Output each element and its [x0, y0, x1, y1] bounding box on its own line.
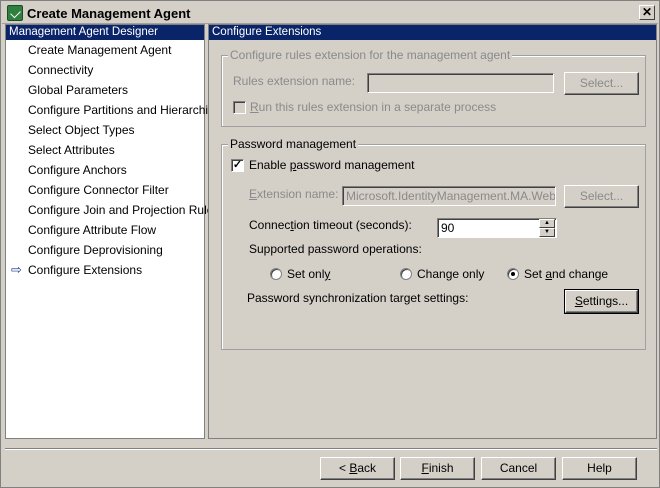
connection-timeout-spinner[interactable]: ▲ ▼ — [539, 219, 555, 237]
sync-settings-button[interactable]: Settings... — [564, 289, 639, 314]
nav-item[interactable]: Configure Connector Filter — [6, 180, 204, 200]
title-bar: Create Management Agent ✕ — [2, 2, 658, 24]
nav-item[interactable]: ⇨ Configure Extensions — [6, 260, 204, 280]
nav-item-label: Configure Join and Projection Rules — [28, 203, 220, 217]
arrow-right-icon: ⇨ — [11, 262, 22, 277]
set-and-change-label: Set and change — [524, 267, 609, 281]
enable-password-label: Enable password management — [249, 158, 415, 172]
set-only-radio[interactable] — [270, 268, 282, 280]
back-button[interactable]: < Back — [320, 457, 395, 480]
nav-item[interactable]: Configure Partitions and Hierarchies — [6, 100, 221, 120]
nav-item[interactable]: Create Management Agent — [6, 40, 204, 60]
window-title: Create Management Agent — [27, 6, 191, 21]
nav-item[interactable]: Configure Anchors — [6, 160, 204, 180]
change-only-radio[interactable] — [400, 268, 412, 280]
extension-name-field[interactable]: Microsoft.IdentityManagement.MA.WebServ — [342, 186, 556, 206]
cancel-button[interactable]: Cancel — [481, 457, 556, 480]
nav-item[interactable]: Global Parameters — [6, 80, 204, 100]
designer-nav-pane: Management Agent Designer Create Managem… — [5, 24, 221, 439]
designer-nav-header: Management Agent Designer — [6, 25, 204, 40]
nav-item-label: Select Object Types — [28, 123, 135, 137]
password-management-group: Password management ✓ Enable password ma… — [221, 137, 646, 350]
spin-down-icon[interactable]: ▼ — [539, 228, 555, 237]
nav-item-label: Configure Partitions and Hierarchies — [28, 103, 221, 117]
rules-extension-select-button[interactable]: Select... — [564, 72, 639, 95]
nav-item-label: Configure Attribute Flow — [28, 223, 157, 237]
supported-operations-label: Supported password operations: — [249, 242, 422, 256]
nav-item[interactable]: Configure Attribute Flow — [6, 220, 204, 240]
set-and-change-radio[interactable] — [507, 268, 519, 280]
nav-item[interactable]: Select Attributes — [6, 140, 204, 160]
rules-extension-name-field[interactable] — [367, 73, 554, 93]
footer-separator — [5, 448, 657, 450]
nav-item[interactable]: Configure Join and Projection Rules — [6, 200, 219, 220]
spin-up-icon[interactable]: ▲ — [539, 219, 555, 228]
password-management-legend: Password management — [228, 137, 359, 151]
close-button[interactable]: ✕ — [639, 5, 655, 20]
nav-item-label: Configure Anchors — [28, 163, 127, 177]
rules-extension-legend: Configure rules extension for the manage… — [228, 48, 513, 62]
rules-extension-group: Configure rules extension for the manage… — [221, 48, 646, 127]
nav-item-label: Configure Deprovisioning — [28, 243, 163, 257]
nav-item-label: Configure Extensions — [28, 263, 143, 277]
change-only-label: Change only — [417, 267, 485, 281]
nav-item[interactable]: Connectivity — [6, 60, 204, 80]
nav-item[interactable]: Select Object Types — [6, 120, 204, 140]
extension-select-button[interactable]: Select... — [564, 185, 639, 208]
nav-item-label: Global Parameters — [28, 83, 129, 97]
nav-item[interactable]: Configure Deprovisioning — [6, 240, 204, 260]
finish-button[interactable]: Finish — [400, 457, 475, 480]
enable-password-checkbox[interactable]: ✓ — [231, 159, 244, 172]
configure-extensions-pane: Configure Extensions Configure rules ext… — [208, 24, 657, 439]
configure-extensions-header: Configure Extensions — [209, 25, 656, 40]
connection-timeout-label: Connection timeout (seconds): — [249, 218, 412, 232]
nav-item-label: Configure Connector Filter — [28, 183, 169, 197]
nav-item-label: Connectivity — [28, 63, 94, 77]
separate-process-label: Run this rules extension in a separate p… — [250, 100, 497, 114]
nav-item-label: Create Management Agent — [28, 43, 172, 57]
separate-process-checkbox[interactable] — [233, 101, 246, 114]
nav-item-label: Select Attributes — [28, 143, 115, 157]
designer-nav-list: Create Management Agent Connectivity Globa… — [6, 40, 221, 280]
app-icon — [7, 5, 23, 21]
rules-extension-name-label: Rules extension name: — [233, 74, 356, 88]
extension-name-label: Extension name: — [249, 187, 339, 201]
create-management-agent-window: Create Management Agent ✕ Management Age… — [0, 0, 660, 488]
help-button[interactable]: Help — [562, 457, 637, 480]
sync-settings-label: Password synchronization target settings… — [247, 291, 469, 305]
set-only-label: Set only — [287, 267, 331, 281]
